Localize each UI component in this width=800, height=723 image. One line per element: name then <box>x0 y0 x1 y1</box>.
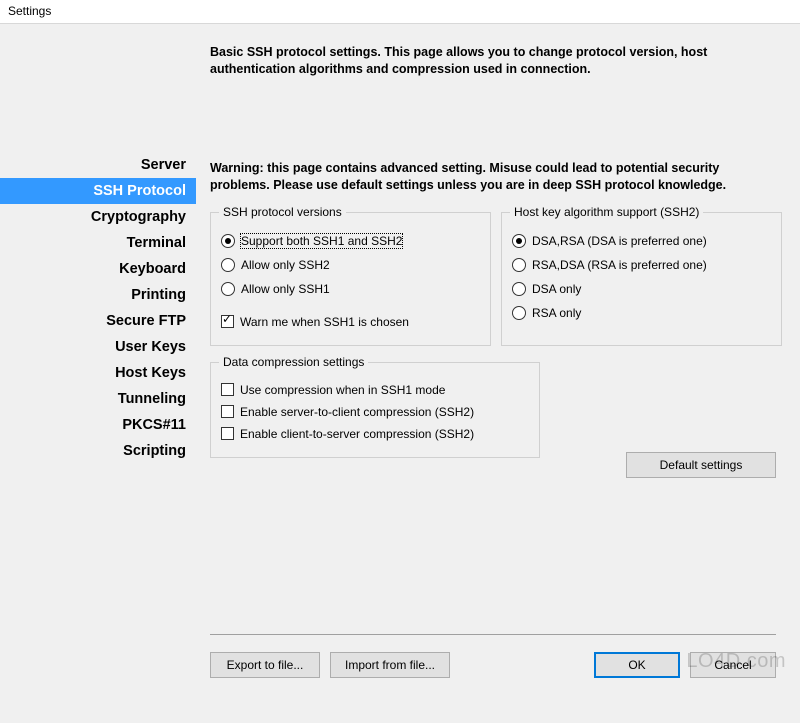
footer-buttons: Export to file... Import from file... OK… <box>210 652 776 678</box>
sidebar-item-label: Scripting <box>123 443 186 459</box>
group-row: SSH protocol versions Support both SSH1 … <box>210 212 782 346</box>
window-titlebar: Settings <box>0 0 800 24</box>
sidebar-nav: Server SSH Protocol Cryptography Termina… <box>0 24 196 723</box>
radio-label: RSA only <box>532 306 581 320</box>
radio-dsa-rsa[interactable]: DSA,RSA (DSA is preferred one) <box>512 229 771 253</box>
page-warning: Warning: this page contains advanced set… <box>210 160 782 194</box>
checkbox-label: Enable client-to-server compression (SSH… <box>240 427 474 441</box>
sidebar-item-label: Printing <box>131 287 186 303</box>
settings-window: Settings Server SSH Protocol Cryptograph… <box>0 0 800 723</box>
cancel-button[interactable]: Cancel <box>690 652 776 678</box>
radio-label: Allow only SSH2 <box>241 258 330 272</box>
button-label: Default settings <box>660 458 743 472</box>
button-label: Cancel <box>714 658 751 672</box>
button-label: OK <box>628 658 645 672</box>
sidebar-item-ssh-protocol[interactable]: SSH Protocol <box>0 178 196 204</box>
group-hostkey-title: Host key algorithm support (SSH2) <box>510 205 703 219</box>
button-label: Import from file... <box>345 658 435 672</box>
radio-icon <box>221 234 235 248</box>
radio-icon <box>512 282 526 296</box>
footer-divider <box>210 634 776 635</box>
import-button[interactable]: Import from file... <box>330 652 450 678</box>
default-settings-wrap: Default settings <box>626 452 776 478</box>
sidebar-item-tunneling[interactable]: Tunneling <box>0 386 196 412</box>
sidebar-item-terminal[interactable]: Terminal <box>0 230 196 256</box>
radio-icon <box>221 258 235 272</box>
sidebar-item-label: User Keys <box>115 339 186 355</box>
radio-icon <box>512 306 526 320</box>
sidebar-item-label: Secure FTP <box>106 313 186 329</box>
checkbox-icon <box>221 383 234 396</box>
ok-button[interactable]: OK <box>594 652 680 678</box>
checkbox-warn-ssh1[interactable]: Warn me when SSH1 is chosen <box>221 311 480 333</box>
checkbox-compress-s2c[interactable]: Enable server-to-client compression (SSH… <box>221 401 529 423</box>
group-ssh-versions: SSH protocol versions Support both SSH1 … <box>210 212 491 346</box>
sidebar-item-cryptography[interactable]: Cryptography <box>0 204 196 230</box>
sidebar-item-scripting[interactable]: Scripting <box>0 438 196 464</box>
sidebar-item-label: Terminal <box>127 235 186 251</box>
sidebar-item-label: Keyboard <box>119 261 186 277</box>
group-compression: Data compression settings Use compressio… <box>210 362 540 458</box>
sidebar-item-printing[interactable]: Printing <box>0 282 196 308</box>
sidebar-item-user-keys[interactable]: User Keys <box>0 334 196 360</box>
sidebar-item-label: Server <box>141 157 186 173</box>
main-panel: Basic SSH protocol settings. This page a… <box>196 24 800 723</box>
checkbox-icon <box>221 315 234 328</box>
sidebar-item-label: Host Keys <box>115 365 186 381</box>
checkbox-compress-ssh1[interactable]: Use compression when in SSH1 mode <box>221 379 529 401</box>
radio-icon <box>512 234 526 248</box>
sidebar-item-server[interactable]: Server <box>0 152 196 178</box>
export-button[interactable]: Export to file... <box>210 652 320 678</box>
radio-label: Support both SSH1 and SSH2 <box>241 234 402 248</box>
checkbox-icon <box>221 405 234 418</box>
sidebar-item-secure-ftp[interactable]: Secure FTP <box>0 308 196 334</box>
checkbox-compress-c2s[interactable]: Enable client-to-server compression (SSH… <box>221 423 529 445</box>
radio-label: DSA only <box>532 282 581 296</box>
group-hostkey: Host key algorithm support (SSH2) DSA,RS… <box>501 212 782 346</box>
default-settings-button[interactable]: Default settings <box>626 452 776 478</box>
group-compression-title: Data compression settings <box>219 355 368 369</box>
sidebar-item-label: Tunneling <box>118 391 186 407</box>
group-ssh-versions-title: SSH protocol versions <box>219 205 346 219</box>
button-label: Export to file... <box>227 658 304 672</box>
window-title: Settings <box>8 4 51 18</box>
sidebar-item-host-keys[interactable]: Host Keys <box>0 360 196 386</box>
radio-icon <box>221 282 235 296</box>
radio-rsa-dsa[interactable]: RSA,DSA (RSA is preferred one) <box>512 253 771 277</box>
radio-label: DSA,RSA (DSA is preferred one) <box>532 234 707 248</box>
sidebar-item-label: PKCS#11 <box>122 417 186 433</box>
checkbox-label: Warn me when SSH1 is chosen <box>240 315 409 329</box>
radio-label: Allow only SSH1 <box>241 282 330 296</box>
radio-support-both[interactable]: Support both SSH1 and SSH2 <box>221 229 480 253</box>
radio-allow-only-ssh2[interactable]: Allow only SSH2 <box>221 253 480 277</box>
radio-dsa-only[interactable]: DSA only <box>512 277 771 301</box>
radio-allow-only-ssh1[interactable]: Allow only SSH1 <box>221 277 480 301</box>
checkbox-label: Enable server-to-client compression (SSH… <box>240 405 474 419</box>
checkbox-label: Use compression when in SSH1 mode <box>240 383 445 397</box>
sidebar-item-label: SSH Protocol <box>93 183 186 199</box>
sidebar-item-keyboard[interactable]: Keyboard <box>0 256 196 282</box>
window-body: Server SSH Protocol Cryptography Termina… <box>0 24 800 723</box>
page-description: Basic SSH protocol settings. This page a… <box>210 44 782 78</box>
radio-icon <box>512 258 526 272</box>
sidebar-item-pkcs11[interactable]: PKCS#11 <box>0 412 196 438</box>
sidebar-item-label: Cryptography <box>91 209 186 225</box>
radio-rsa-only[interactable]: RSA only <box>512 301 771 325</box>
radio-label: RSA,DSA (RSA is preferred one) <box>532 258 707 272</box>
checkbox-icon <box>221 427 234 440</box>
